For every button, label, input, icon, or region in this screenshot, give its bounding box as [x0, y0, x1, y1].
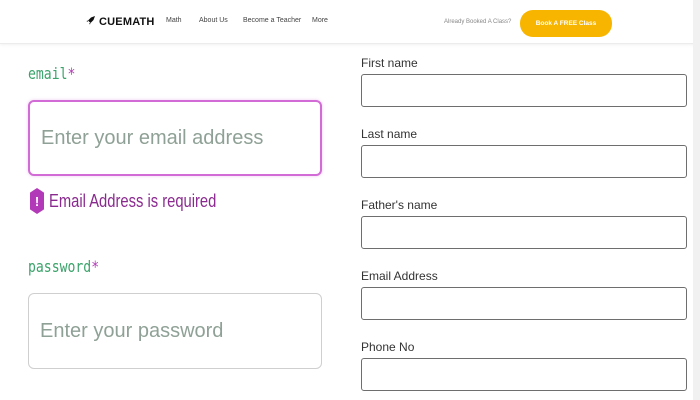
first-name-input[interactable] — [362, 75, 686, 106]
fathers-name-field — [361, 216, 687, 249]
last-name-label: Last name — [361, 127, 418, 141]
already-booked-link[interactable]: Already Booked A Class? — [444, 19, 511, 25]
phone-no-field — [361, 358, 687, 391]
email-address-label: Email Address — [361, 269, 438, 283]
nav-link-about-us[interactable]: About Us — [199, 17, 228, 24]
password-field-wrapper — [28, 293, 322, 369]
email-field-wrapper — [28, 100, 322, 176]
page-edge-strip — [693, 0, 700, 400]
last-name-field — [361, 145, 687, 178]
required-asterisk: * — [91, 257, 100, 276]
email-label: email* — [28, 64, 76, 83]
logo-text: CUEMATH — [99, 15, 155, 28]
error-icon: ! — [30, 188, 44, 214]
email-error-message: ! Email Address is required — [30, 188, 253, 214]
email-address-field — [361, 287, 687, 320]
email-input[interactable] — [30, 102, 320, 174]
email-error-text: Email Address is required — [49, 190, 217, 211]
rocket-icon — [86, 15, 96, 28]
first-name-label: First name — [361, 56, 418, 70]
password-input[interactable] — [29, 294, 321, 368]
book-free-class-button[interactable]: Book A FREE Class — [520, 10, 612, 37]
required-asterisk: * — [67, 64, 76, 83]
fathers-name-label: Father's name — [361, 198, 438, 212]
phone-no-label: Phone No — [361, 340, 415, 354]
first-name-field — [361, 74, 687, 107]
password-label: password* — [28, 257, 100, 276]
phone-no-input[interactable] — [362, 359, 686, 390]
nav-link-more[interactable]: More — [312, 17, 328, 24]
fathers-name-input[interactable] — [362, 217, 686, 248]
cuemath-logo[interactable]: CUEMATH — [86, 15, 155, 28]
email-address-input[interactable] — [362, 288, 686, 319]
top-navbar: CUEMATH Math About Us Become a Teacher M… — [0, 0, 700, 44]
nav-link-become-teacher[interactable]: Become a Teacher — [243, 17, 301, 24]
last-name-input[interactable] — [362, 146, 686, 177]
nav-link-math[interactable]: Math — [166, 17, 182, 24]
